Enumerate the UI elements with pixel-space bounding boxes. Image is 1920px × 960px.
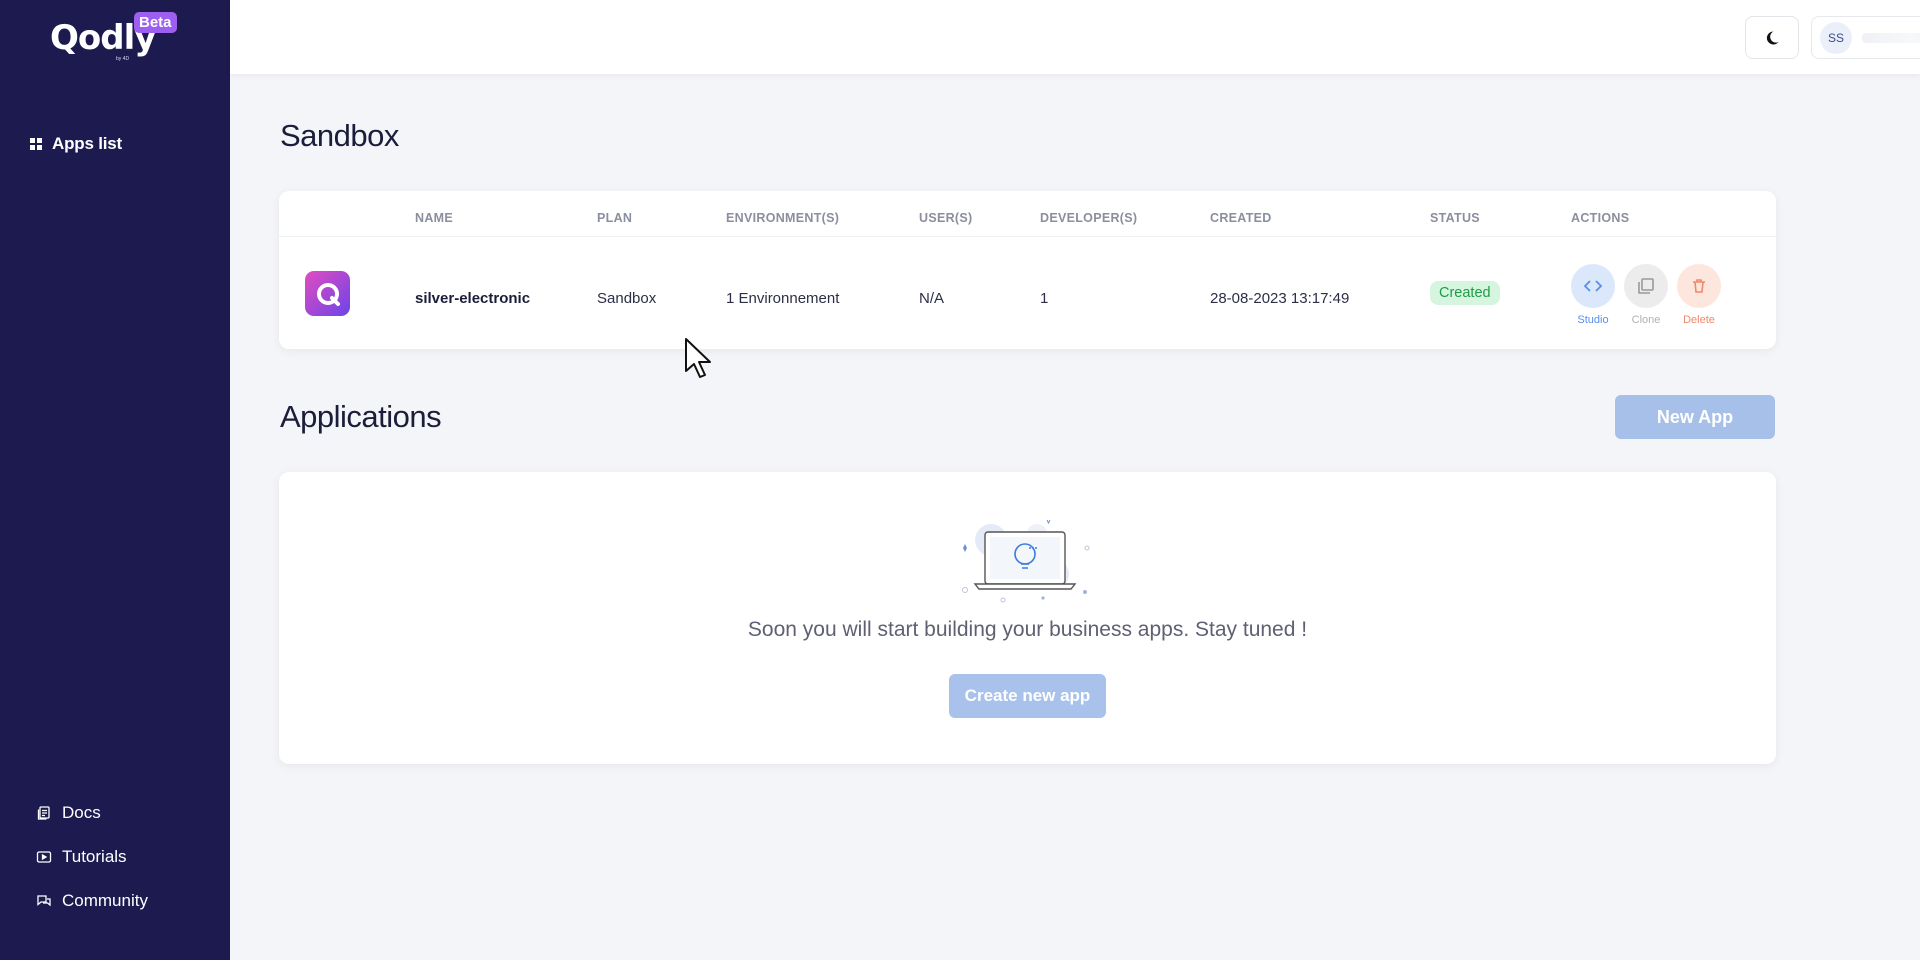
theme-toggle-button[interactable] xyxy=(1745,16,1799,59)
docs-icon xyxy=(37,806,50,820)
delete-button[interactable] xyxy=(1677,264,1721,308)
clone-button[interactable] xyxy=(1624,264,1668,308)
applications-title: Applications xyxy=(280,399,442,434)
sidebar-item-label: Apps list xyxy=(52,134,122,153)
col-actions: ACTIONS xyxy=(1571,211,1630,225)
col-developers: DEVELOPER(S) xyxy=(1040,211,1138,225)
col-plan: PLAN xyxy=(597,211,633,225)
col-name: NAME xyxy=(415,211,454,225)
app-name[interactable]: silver-electronic xyxy=(415,290,530,307)
sandbox-title: Sandbox xyxy=(280,118,399,153)
sidebar-item-tutorials[interactable]: Tutorials xyxy=(36,847,127,867)
sidebar-item-label: Community xyxy=(62,891,148,910)
app-developers: 1 xyxy=(1040,290,1049,307)
create-new-app-button[interactable]: Create new app xyxy=(949,674,1106,718)
col-status: STATUS xyxy=(1430,211,1480,225)
beta-badge: Beta xyxy=(134,12,177,33)
laptop-lightbulb-illustration xyxy=(962,519,1090,603)
app-created: 28-08-2023 13:17:49 xyxy=(1210,290,1350,307)
empty-state-message: Soon you will start building your busine… xyxy=(747,618,1308,641)
studio-button[interactable] xyxy=(1571,264,1615,308)
sidebar-item-label: Docs xyxy=(62,803,101,822)
new-app-button[interactable]: New App xyxy=(1615,395,1775,439)
sidebar-item-apps-list[interactable]: Apps list xyxy=(30,134,122,154)
video-icon xyxy=(36,851,52,863)
sidebar-item-label: Tutorials xyxy=(62,847,127,866)
code-icon xyxy=(1583,280,1603,292)
trash-icon xyxy=(1693,279,1705,293)
studio-label: Studio xyxy=(1577,314,1609,326)
app-logo-icon xyxy=(305,271,350,316)
col-environments: ENVIRONMENT(S) xyxy=(726,211,840,225)
topbar: SS ⌄ xyxy=(230,0,1920,74)
user-menu[interactable]: SS ⌄ xyxy=(1811,16,1920,59)
grid-icon xyxy=(30,138,42,150)
app-environments: 1 Environnement xyxy=(726,290,840,307)
moon-icon xyxy=(1766,30,1779,44)
user-name-redacted xyxy=(1862,32,1920,43)
copy-icon xyxy=(1638,278,1654,294)
sidebar: Qodly by 4D Beta Apps list Docs Tutorial… xyxy=(0,0,230,960)
brand-sub: by 4D xyxy=(116,56,130,62)
sidebar-item-docs[interactable]: Docs xyxy=(36,803,101,823)
status-badge: Created xyxy=(1430,281,1500,305)
chat-icon xyxy=(37,895,51,907)
col-users: USER(S) xyxy=(919,211,973,225)
applications-empty-card: Soon you will start building your busine… xyxy=(279,472,1776,764)
sidebar-item-community[interactable]: Community xyxy=(36,891,148,911)
table-header: NAME PLAN ENVIRONMENT(S) USER(S) DEVELOP… xyxy=(279,191,1776,237)
app-users: N/A xyxy=(919,290,945,307)
sandbox-table: NAME PLAN ENVIRONMENT(S) USER(S) DEVELOP… xyxy=(279,191,1776,349)
app-plan: Sandbox xyxy=(597,290,657,307)
clone-label: Clone xyxy=(1631,314,1661,326)
avatar: SS xyxy=(1820,21,1852,54)
col-created: CREATED xyxy=(1210,211,1272,225)
mouse-cursor-icon xyxy=(685,338,711,378)
delete-label: Delete xyxy=(1683,314,1715,326)
